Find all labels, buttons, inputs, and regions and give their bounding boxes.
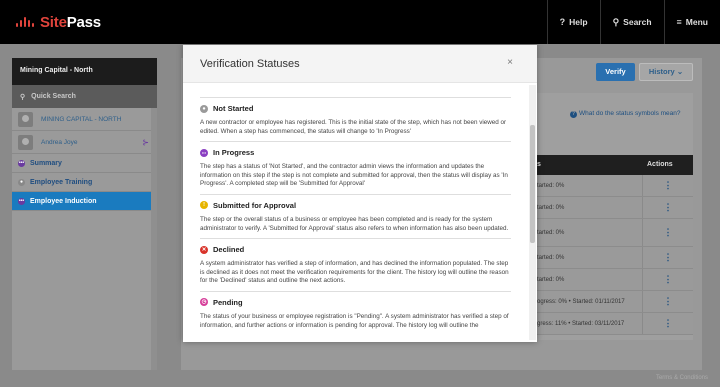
user-avatar-icon xyxy=(18,134,33,150)
table-cell-status: tarted: 0% xyxy=(537,229,565,236)
history-label: History xyxy=(648,67,675,76)
table-row: tarted: 0% ⋮ xyxy=(535,247,693,269)
terms-link[interactable]: Terms & Conditions xyxy=(656,375,708,381)
table-row: tarted: 0% ⋮ xyxy=(535,175,693,197)
company-name: MINING CAPITAL - NORTH xyxy=(41,115,122,123)
verify-button[interactable]: Verify xyxy=(596,63,635,81)
not-started-icon: ● xyxy=(200,104,208,113)
sidebar-user[interactable]: Andrea Joye ⊱ xyxy=(12,131,157,154)
question-icon: ? xyxy=(559,17,566,27)
status-name: Declined xyxy=(213,245,245,255)
sidebar: Mining Capital - North ⚲ Quick Search MI… xyxy=(12,58,157,370)
status-item-pending: ◷ Pending The status of your business or… xyxy=(200,290,511,335)
search-label: Search xyxy=(623,17,652,27)
status-item-declined: ✕ Declined A system administrator has ve… xyxy=(200,238,511,291)
sidebar-item-employee-induction[interactable]: ••• Employee Induction xyxy=(12,192,157,211)
actions-menu-icon[interactable]: ⋮ xyxy=(642,247,693,268)
table-cell-status: gress: 11% • Started: 03/11/2017 xyxy=(537,320,625,327)
brand-name: SitePass xyxy=(40,13,101,31)
status-symbols-link-text: What do the status symbols mean? xyxy=(579,110,681,117)
table-cell-status: tarted: 0% xyxy=(537,276,565,283)
modal-body: ● Not Started A new contractor or employ… xyxy=(183,83,527,342)
table-cell-status: tarted: 0% xyxy=(537,182,565,189)
sidebar-company[interactable]: MINING CAPITAL - NORTH xyxy=(12,108,157,131)
actions-menu-icon[interactable]: ⋮ xyxy=(642,269,693,290)
help-label: Help xyxy=(569,17,588,27)
actions-menu-icon[interactable]: ⋮ xyxy=(642,197,693,218)
modal-scrollbar[interactable] xyxy=(529,85,536,340)
sidebar-scrollbar[interactable] xyxy=(151,108,157,370)
table-cell-status: ogress: 0% • Started: 01/11/2017 xyxy=(537,298,625,305)
table-cell-status: tarted: 0% xyxy=(537,254,565,261)
quick-search[interactable]: ⚲ Quick Search xyxy=(12,85,157,108)
status-name: In Progress xyxy=(213,148,255,158)
status-description: A new contractor or employee has registe… xyxy=(200,119,507,135)
sitepass-logo[interactable]: SitePass xyxy=(16,12,101,32)
column-header-status: s xyxy=(537,161,541,168)
quick-search-label: Quick Search xyxy=(31,93,76,100)
status-name: Pending xyxy=(213,297,243,307)
modal-scrollbar-thumb[interactable] xyxy=(530,125,535,243)
actions-menu-icon[interactable]: ⋮ xyxy=(642,175,693,196)
status-description: The status of your business or employee … xyxy=(200,312,509,329)
search-icon: ⚲ xyxy=(20,93,26,101)
top-nav: ? Help ⚲ Search ≡ Menu xyxy=(546,0,720,44)
table-row: tarted: 0% ⋮ xyxy=(535,269,693,291)
menu-icon: ≡ xyxy=(676,17,682,27)
menu-label: Menu xyxy=(685,17,708,27)
submitted-icon: ! xyxy=(200,201,208,210)
status-description: The step or the overall status of a busi… xyxy=(200,215,509,232)
table-header: s Actions xyxy=(535,155,693,175)
sidebar-item-summary[interactable]: ••• Summary xyxy=(12,154,157,173)
verification-statuses-modal: Verification Statuses × ● Not Started A … xyxy=(183,45,537,342)
table-cell-status: tarted: 0% xyxy=(537,204,565,211)
in-progress-icon: ••• xyxy=(18,159,25,167)
user-name: Andrea Joye xyxy=(41,138,78,146)
status-name: Not Started xyxy=(213,104,254,113)
table-row: tarted: 0% ⋮ xyxy=(535,219,693,247)
status-item-in-progress: ••• In Progress The step has a status of… xyxy=(200,141,511,194)
sidebar-item-label: Summary xyxy=(30,159,62,167)
not-started-icon: ● xyxy=(18,178,25,186)
sitemap-icon[interactable]: ⊱ xyxy=(142,138,149,147)
sidebar-item-label: Employee Training xyxy=(30,178,93,186)
question-icon: ? xyxy=(570,111,577,118)
close-icon[interactable]: × xyxy=(507,57,513,68)
sidebar-item-label: Employee Induction xyxy=(30,197,97,205)
in-progress-icon: ••• xyxy=(18,197,25,205)
status-description: The step has a status of 'Not Started', … xyxy=(200,163,508,188)
actions-menu-icon[interactable]: ⋮ xyxy=(642,291,693,312)
actions-menu-icon[interactable]: ⋮ xyxy=(642,219,693,246)
sidebar-item-employee-training[interactable]: ● Employee Training xyxy=(12,173,157,192)
declined-icon: ✕ xyxy=(200,245,208,254)
chevron-down-icon: ⌄ xyxy=(676,67,684,76)
status-item-not-started: ● Not Started A new contractor or employ… xyxy=(200,97,511,141)
status-item-submitted: ! Submitted for Approval The step or the… xyxy=(200,193,511,238)
company-avatar-icon xyxy=(18,111,33,127)
help-button[interactable]: ? Help xyxy=(546,0,600,44)
status-symbols-link[interactable]: ? What do the status symbols mean? xyxy=(570,110,681,118)
in-progress-icon: ••• xyxy=(200,148,208,157)
menu-button[interactable]: ≡ Menu xyxy=(663,0,720,44)
actions-menu-icon[interactable]: ⋮ xyxy=(642,313,693,334)
table-row: gress: 11% • Started: 03/11/2017 ⋮ xyxy=(535,313,693,335)
search-button[interactable]: ⚲ Search xyxy=(599,0,664,44)
top-bar: SitePass ? Help ⚲ Search ≡ Menu xyxy=(0,0,720,44)
modal-header: Verification Statuses × xyxy=(183,45,537,83)
modal-title: Verification Statuses xyxy=(200,58,300,70)
sidebar-header: Mining Capital - North xyxy=(12,58,157,85)
column-header-actions: Actions xyxy=(647,161,673,168)
table-row: tarted: 0% ⋮ xyxy=(535,197,693,219)
status-name: Submitted for Approval xyxy=(213,200,297,210)
pending-icon: ◷ xyxy=(200,298,208,307)
logo-mark-icon xyxy=(16,15,38,29)
history-dropdown[interactable]: History ⌄ xyxy=(639,63,693,81)
search-icon: ⚲ xyxy=(612,16,620,27)
table-row: ogress: 0% • Started: 01/11/2017 ⋮ xyxy=(535,291,693,313)
status-description: A system administrator has verified a st… xyxy=(200,260,509,285)
